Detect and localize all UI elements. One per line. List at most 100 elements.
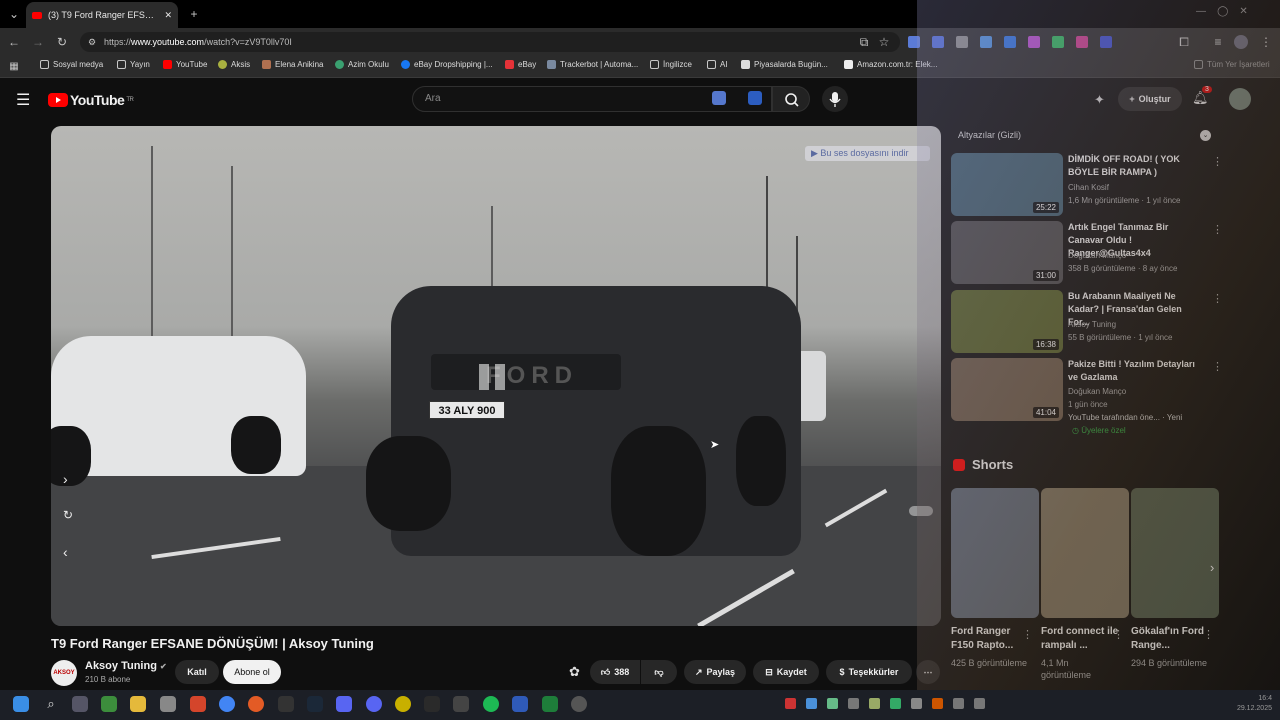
spotify-icon[interactable] (483, 696, 499, 712)
chrome-icon[interactable] (219, 696, 235, 712)
bookmark-item[interactable]: eBay Dropshipping |... (401, 60, 493, 69)
tray-icon[interactable] (932, 698, 943, 709)
like-button[interactable]: 👍︎ 388 (590, 660, 640, 684)
file-explorer-icon[interactable] (130, 696, 146, 712)
pause-icon[interactable] (479, 364, 489, 390)
more-vert-icon[interactable]: ⋮ (1113, 628, 1124, 641)
more-vert-icon[interactable]: ⋮ (1022, 628, 1033, 641)
app-icon[interactable] (542, 696, 558, 712)
more-vert-icon[interactable]: ⋮ (1212, 223, 1223, 236)
short-thumbnail[interactable] (1041, 488, 1129, 618)
autoplay-toggle[interactable] (909, 506, 933, 516)
voice-search-button[interactable] (822, 86, 848, 112)
video-title[interactable]: DİMDİK OFF ROAD! ( YOK BÖYLE BİR RAMPA ) (1068, 153, 1198, 179)
short-title[interactable]: Ford connect ile rampalı ... (1041, 625, 1119, 653)
search-button[interactable] (772, 86, 810, 112)
bookmark-item[interactable]: YouTube (163, 60, 207, 69)
tab-close-icon[interactable]: ✕ (164, 10, 172, 21)
more-vert-icon[interactable]: ⋮ (1212, 292, 1223, 305)
menu-list-icon[interactable]: ≡ (1210, 34, 1226, 50)
short-title[interactable]: Gökalaf'ın Ford Range... (1131, 625, 1209, 653)
tab-search-icon[interactable]: ⌄ (6, 6, 22, 22)
store-icon[interactable] (160, 696, 176, 712)
brave-icon[interactable] (190, 696, 206, 712)
youtube-logo[interactable]: YouTube TR (48, 92, 134, 108)
start-icon[interactable] (13, 696, 29, 712)
extension-icon[interactable] (908, 36, 920, 48)
epic-games-icon[interactable] (278, 696, 294, 712)
tab-active[interactable]: (3) T9 Ford Ranger EFSANE DÖ ✕ (26, 2, 178, 28)
clock[interactable]: 16:4 29.12.2025 (1228, 694, 1272, 714)
wifi-icon[interactable] (953, 698, 964, 709)
chevron-left-icon[interactable]: ‹ (63, 544, 68, 560)
bookmark-item[interactable]: Sosyal medya (40, 60, 103, 69)
more-actions-icon[interactable]: ⋯ (916, 660, 940, 684)
reload-icon[interactable]: ↻ (54, 34, 70, 50)
video-thumbnail[interactable]: 41:04 (951, 358, 1063, 421)
app-icon[interactable] (248, 696, 264, 712)
extension-icon[interactable] (1100, 36, 1112, 48)
extension-icon[interactable] (956, 36, 968, 48)
video-title[interactable]: Pakize Bitti ! Yazılım Detayları ve Gazl… (1068, 358, 1198, 384)
bookmark-item[interactable]: Yayın (117, 60, 150, 69)
keyboard-icon[interactable] (712, 91, 726, 105)
bookmark-item[interactable]: Piyasalarda Bugün... (741, 60, 828, 69)
video-thumbnail[interactable]: 16:38 (951, 290, 1063, 353)
bookmark-item[interactable]: Aksis (218, 60, 250, 69)
channel-name[interactable]: Aksoy Tuning ✔ (85, 660, 167, 672)
video-thumbnail[interactable]: 31:00 (951, 221, 1063, 284)
app-icon[interactable] (571, 696, 587, 712)
short-thumbnail[interactable] (951, 488, 1039, 618)
account-avatar[interactable] (1229, 88, 1251, 110)
hamburger-menu-icon[interactable]: ☰ (16, 90, 30, 110)
system-tray[interactable] (785, 698, 1085, 710)
bookmark-star-icon[interactable]: ☆ (876, 34, 892, 50)
app-icon[interactable] (72, 696, 88, 712)
channel-avatar[interactable]: AKSOY TUNING (51, 660, 77, 702)
chevron-right-icon[interactable]: › (63, 471, 68, 487)
extension-icon[interactable] (1004, 36, 1016, 48)
more-vert-icon[interactable]: ⋮ (1212, 360, 1223, 373)
more-vert-icon[interactable]: ⋮ (1203, 628, 1214, 641)
video-thumbnail[interactable]: 25:22 (951, 153, 1063, 216)
extension-icon[interactable] (980, 36, 992, 48)
discord-icon[interactable] (366, 696, 382, 712)
search-icon[interactable]: ⌕ (43, 696, 59, 712)
video-player[interactable]: FORD 33 ALY 900 › ↻ ‹ (51, 126, 941, 626)
join-button[interactable]: Katıl (175, 660, 219, 684)
bookmark-item[interactable]: eBay (505, 60, 536, 69)
xbox-icon[interactable] (101, 696, 117, 712)
app-icon[interactable] (453, 696, 469, 712)
tray-icon[interactable] (848, 698, 859, 709)
thanks-button[interactable]: $ Teşekkürler (826, 660, 912, 684)
app-icon[interactable] (424, 696, 440, 712)
short-thumbnail[interactable] (1131, 488, 1219, 618)
app-icon[interactable] (395, 696, 411, 712)
app-icon[interactable] (512, 696, 528, 712)
steam-icon[interactable] (307, 696, 323, 712)
apps-grid-icon[interactable]: ▦ (6, 59, 22, 75)
subscribe-button[interactable]: Abone ol (223, 660, 281, 684)
extension-icon[interactable] (1028, 36, 1040, 48)
replay-icon[interactable]: ↻ (63, 508, 73, 522)
tray-icon[interactable] (869, 698, 880, 709)
extensions-puzzle-icon[interactable]: ⧠ (1176, 34, 1192, 50)
bookmark-item[interactable]: Amazon.com.tr: Elek... (844, 60, 937, 69)
app-icon[interactable] (336, 696, 352, 712)
tray-icon[interactable] (827, 698, 838, 709)
bookmark-item[interactable]: Trackerbot | Automa... (547, 60, 638, 69)
tray-icon[interactable] (785, 698, 796, 709)
browser-menu-icon[interactable]: ⋮ (1258, 34, 1274, 50)
tray-icon[interactable] (890, 698, 901, 709)
bookmark-item[interactable]: Azim Okulu (335, 60, 389, 69)
profile-avatar[interactable] (1234, 35, 1248, 49)
save-button[interactable]: ⊟ Kaydet (753, 660, 819, 684)
more-vert-icon[interactable]: ⋮ (1212, 155, 1223, 168)
download-audio-chip[interactable]: ▶ Bu ses dosyasını indir (805, 146, 930, 161)
short-title[interactable]: Ford Ranger F150 Rapto... (951, 625, 1029, 653)
dislike-button[interactable]: 👎︎ (641, 660, 677, 684)
all-bookmarks[interactable]: Tüm Yer İşaretleri (1194, 60, 1270, 69)
bookmark-item[interactable]: AI (707, 60, 728, 69)
chevron-down-icon[interactable]: ⌄ (1200, 130, 1211, 141)
extension-icon[interactable] (1076, 36, 1088, 48)
